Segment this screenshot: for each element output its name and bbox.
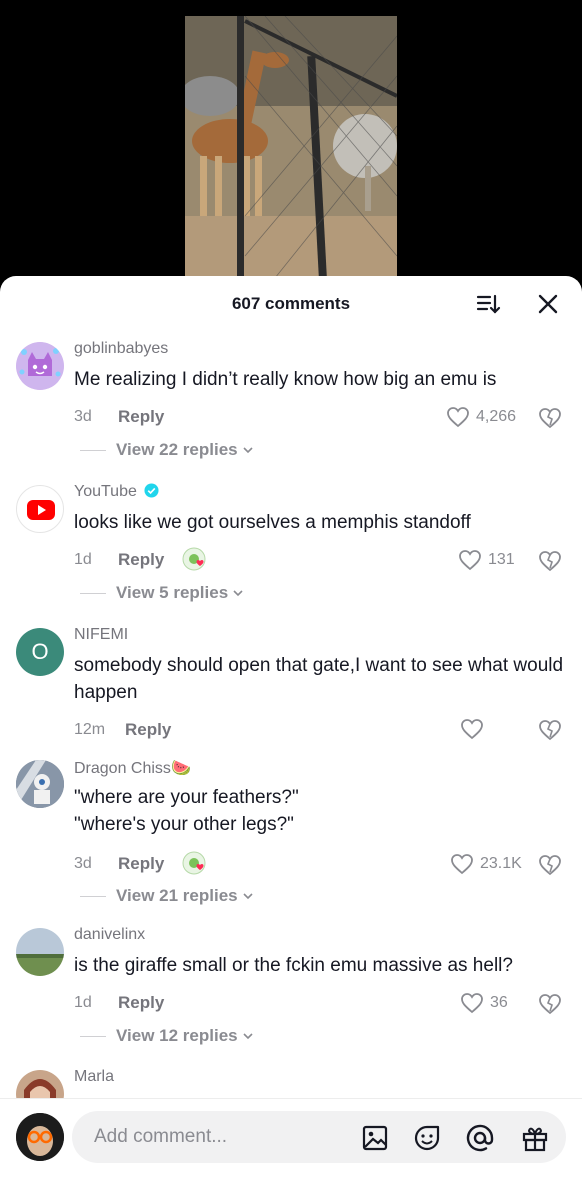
username[interactable]: Dragon Chiss🍉 xyxy=(74,758,191,778)
dislike-icon[interactable] xyxy=(538,853,562,877)
video-area[interactable] xyxy=(0,0,582,290)
like-count: 4,266 xyxy=(476,408,517,425)
username-label: Dragon Chiss xyxy=(74,760,171,777)
chevron-down-icon xyxy=(243,1033,253,1040)
like-count: 23.1K xyxy=(480,855,522,872)
avatar[interactable] xyxy=(16,760,64,808)
comment-text-line: "where are your feathers?" xyxy=(74,787,299,808)
comments-sheet: 607 comments goblinbabyes Me realizing I… xyxy=(0,276,582,1200)
close-icon[interactable] xyxy=(534,290,562,318)
comment-text: Me realizing I didn’t really know how bi… xyxy=(74,369,497,390)
comment-time: 1d xyxy=(74,994,92,1011)
username[interactable]: NIFEMI xyxy=(74,626,128,644)
comment-time: 3d xyxy=(74,408,92,425)
comment-input-box[interactable] xyxy=(72,1111,566,1163)
divider-line xyxy=(80,592,106,594)
dislike-icon[interactable] xyxy=(538,406,562,430)
view-replies-button[interactable]: View 21 replies xyxy=(80,886,254,906)
comment-text: "where are your feathers?" "where's your… xyxy=(74,784,574,838)
profile-avatar-icon xyxy=(16,1113,64,1161)
comment-time: 1d xyxy=(74,551,92,568)
emoji-icon[interactable] xyxy=(412,1123,442,1153)
chevron-down-icon xyxy=(243,893,253,900)
divider-line xyxy=(80,895,106,897)
dislike-icon[interactable] xyxy=(538,718,562,742)
chevron-down-icon xyxy=(233,590,243,597)
like-count: 131 xyxy=(488,551,515,568)
like-count: 36 xyxy=(490,994,508,1011)
divider-line xyxy=(80,1035,106,1037)
reply-button[interactable]: Reply xyxy=(118,407,164,427)
portrait-avatar-icon xyxy=(16,1070,64,1098)
view-replies-label: View 12 replies xyxy=(116,1026,238,1045)
view-replies-label: View 22 replies xyxy=(116,440,238,459)
comment-time: 3d xyxy=(74,855,92,872)
avatar[interactable]: O xyxy=(16,628,64,676)
dislike-icon[interactable] xyxy=(538,992,562,1016)
comment-text: somebody should open that gate,I want to… xyxy=(74,655,564,703)
reply-button[interactable]: Reply xyxy=(118,550,164,570)
comment-item: O NIFEMI somebody should open that gate,… xyxy=(0,624,582,744)
watermelon-emoji: 🍉 xyxy=(170,760,191,777)
heart-icon xyxy=(461,993,483,1014)
view-replies-label: View 5 replies xyxy=(116,583,229,602)
like-button[interactable]: 4,266 xyxy=(446,406,516,428)
creator-liked-icon xyxy=(182,547,206,571)
my-avatar[interactable] xyxy=(16,1113,64,1161)
video-thumbnail xyxy=(185,16,397,278)
creator-liked-icon xyxy=(182,851,206,875)
verified-badge-icon xyxy=(144,483,159,498)
comment-time: 12m xyxy=(74,721,106,738)
like-button[interactable]: 131 xyxy=(458,549,515,571)
view-replies-button[interactable]: View 5 replies xyxy=(80,583,244,603)
dragon-avatar-icon xyxy=(16,760,64,808)
comment-input[interactable] xyxy=(94,1111,354,1163)
sort-icon[interactable] xyxy=(474,290,502,318)
gift-icon[interactable] xyxy=(520,1123,550,1153)
heart-icon xyxy=(451,854,473,875)
dislike-icon[interactable] xyxy=(538,549,562,573)
landscape-avatar-icon xyxy=(16,928,64,976)
mention-icon[interactable] xyxy=(465,1123,495,1153)
avatar[interactable] xyxy=(16,485,64,533)
purple-cat-avatar-icon xyxy=(16,342,64,390)
comment-item: goblinbabyes Me realizing I didn’t reall… xyxy=(0,338,582,468)
reply-button[interactable]: Reply xyxy=(118,854,164,874)
username-label: YouTube xyxy=(74,483,137,500)
comment-text-line: "where's your other legs?" xyxy=(74,814,294,835)
like-button[interactable]: 23.1K xyxy=(450,853,522,875)
avatar[interactable] xyxy=(16,1070,64,1098)
youtube-logo-icon xyxy=(27,500,55,520)
username[interactable]: goblinbabyes xyxy=(74,340,168,358)
heart-icon xyxy=(459,550,481,571)
comment-text: looks like we got ourselves a memphis st… xyxy=(74,512,471,533)
comment-item: Marla xyxy=(0,1066,582,1098)
avatar[interactable] xyxy=(16,342,64,390)
avatar-letter: O xyxy=(31,639,49,664)
comment-item: danivelinx is the giraffe small or the f… xyxy=(0,924,582,1054)
avatar[interactable] xyxy=(16,928,64,976)
heart-icon xyxy=(461,719,483,740)
reply-button[interactable]: Reply xyxy=(118,993,164,1013)
video-player[interactable] xyxy=(185,16,397,278)
comment-text: is the giraffe small or the fckin emu ma… xyxy=(74,955,513,976)
heart-icon xyxy=(447,407,469,428)
username[interactable]: YouTube xyxy=(74,483,159,501)
divider-line xyxy=(80,449,106,451)
view-replies-label: View 21 replies xyxy=(116,886,238,905)
chevron-down-icon xyxy=(243,447,253,454)
comment-composer xyxy=(0,1098,582,1200)
view-replies-button[interactable]: View 22 replies xyxy=(80,440,254,460)
username[interactable]: Marla xyxy=(74,1068,114,1086)
username[interactable]: danivelinx xyxy=(74,926,145,944)
comment-item: YouTube looks like we got ourselves a me… xyxy=(0,481,582,611)
like-button[interactable]: 36 xyxy=(460,992,508,1014)
sheet-header: 607 comments xyxy=(0,276,582,332)
comment-item: Dragon Chiss🍉 "where are your feathers?"… xyxy=(0,756,582,906)
view-replies-button[interactable]: View 12 replies xyxy=(80,1026,254,1046)
reply-button[interactable]: Reply xyxy=(125,720,171,740)
like-button[interactable] xyxy=(460,718,484,740)
image-icon[interactable] xyxy=(360,1123,390,1153)
